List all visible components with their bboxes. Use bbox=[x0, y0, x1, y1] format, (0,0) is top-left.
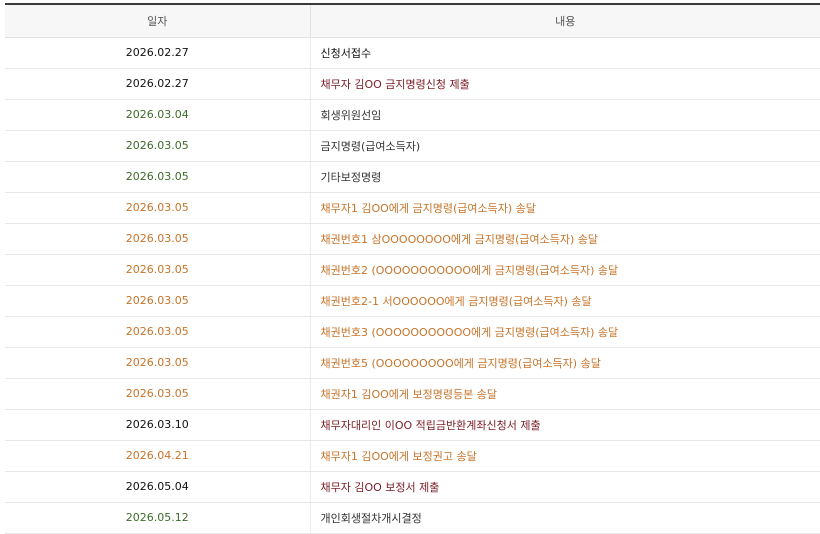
row-date: 2026.05.04 bbox=[5, 471, 311, 503]
case-history-table-container: 일자 내용 2026.02.27 신청서접수 2026.02.27 채무자 김OO 금… bbox=[5, 3, 820, 534]
row-content: 채권번호2-1 서OOOOOO에게 금지명령(급여소득자) 송달 bbox=[310, 285, 820, 317]
row-date: 2026.03.05 bbox=[5, 161, 311, 193]
row-content: 채무자1 김OO에게 금지명령(급여소득자) 송달 bbox=[310, 192, 820, 224]
row-content: 채권자1 김OO에게 보정명령등본 송달 bbox=[310, 378, 820, 410]
table-row: 2026.03.05 채권자1 김OO에게 보정명령등본 송달 bbox=[5, 378, 820, 410]
row-date: 2026.03.05 bbox=[5, 192, 311, 224]
row-date: 2026.03.04 bbox=[5, 99, 311, 131]
row-date: 2026.03.10 bbox=[5, 409, 311, 441]
table-row: 2026.03.04 회생위원선임 bbox=[5, 99, 820, 131]
row-content: 채권번호5 (OOOOOOOOO에게 금지명령(급여소득자) 송달 bbox=[310, 347, 820, 379]
header-date: 일자 bbox=[5, 3, 311, 38]
row-content: 회생위원선임 bbox=[310, 99, 820, 131]
table-row: 2026.03.05 채권번호1 삼OOOOOOOO에게 금지명령(급여소득자) … bbox=[5, 223, 820, 255]
table-row: 2026.04.21 채무자1 김OO에게 보정권고 송달 bbox=[5, 440, 820, 472]
table-row: 2026.02.27 신청서접수 bbox=[5, 37, 820, 69]
row-content: 채무자1 김OO에게 보정권고 송달 bbox=[310, 440, 820, 472]
table-row: 2026.05.04 채무자 김OO 보정서 제출 bbox=[5, 471, 820, 503]
table-row: 2026.03.05 채권번호5 (OOOOOOOOO에게 금지명령(급여소득자)… bbox=[5, 347, 820, 379]
row-date: 2026.04.21 bbox=[5, 440, 311, 472]
table-body: 2026.02.27 신청서접수 2026.02.27 채무자 김OO 금지명령신청 … bbox=[5, 37, 820, 534]
row-date: 2026.03.05 bbox=[5, 378, 311, 410]
row-content: 금지명령(급여소득자) bbox=[310, 130, 820, 162]
table-row: 2026.03.05 채권번호2 (OOOOOOOOOOO에게 금지명령(급여소득… bbox=[5, 254, 820, 286]
table-row: 2026.03.05 기타보정명령 bbox=[5, 161, 820, 193]
row-date: 2026.03.05 bbox=[5, 130, 311, 162]
row-content: 채무자대리인 이OO 적립금반환계좌신청서 제출 bbox=[310, 409, 820, 441]
row-content: 개인회생절차개시결정 bbox=[310, 502, 820, 534]
row-content: 채무자 김OO 보정서 제출 bbox=[310, 471, 820, 503]
table-row: 2026.03.05 금지명령(급여소득자) bbox=[5, 130, 820, 162]
row-content: 기타보정명령 bbox=[310, 161, 820, 193]
row-content: 채권번호2 (OOOOOOOOOOO에게 금지명령(급여소득자) 송달 bbox=[310, 254, 820, 286]
row-content: 채무자 김OO 금지명령신청 제출 bbox=[310, 68, 820, 100]
table-row: 2026.03.10 채무자대리인 이OO 적립금반환계좌신청서 제출 bbox=[5, 409, 820, 441]
row-content: 채권번호3 (OOOOOOOOOOO에게 금지명령(급여소득자) 송달 bbox=[310, 316, 820, 348]
table-row: 2026.02.27 채무자 김OO 금지명령신청 제출 bbox=[5, 68, 820, 100]
row-content: 신청서접수 bbox=[310, 37, 820, 69]
row-date: 2026.03.05 bbox=[5, 316, 311, 348]
row-date: 2026.03.05 bbox=[5, 285, 311, 317]
table-row: 2026.03.05 채권번호3 (OOOOOOOOOOO에게 금지명령(급여소득… bbox=[5, 316, 820, 348]
row-date: 2026.03.05 bbox=[5, 347, 311, 379]
row-date: 2026.03.05 bbox=[5, 223, 311, 255]
case-history-table: 일자 내용 2026.02.27 신청서접수 2026.02.27 채무자 김OO 금… bbox=[5, 3, 820, 534]
table-row: 2026.05.12 개인회생절차개시결정 bbox=[5, 502, 820, 534]
row-date: 2026.02.27 bbox=[5, 37, 311, 69]
header-content: 내용 bbox=[310, 3, 820, 38]
row-date: 2026.05.12 bbox=[5, 502, 311, 534]
row-date: 2026.03.05 bbox=[5, 254, 311, 286]
row-content: 채권번호1 삼OOOOOOOO에게 금지명령(급여소득자) 송달 bbox=[310, 223, 820, 255]
header-row: 일자 내용 bbox=[5, 3, 820, 38]
table-row: 2026.03.05 채무자1 김OO에게 금지명령(급여소득자) 송달 bbox=[5, 192, 820, 224]
row-date: 2026.02.27 bbox=[5, 68, 311, 100]
table-row: 2026.03.05 채권번호2-1 서OOOOOO에게 금지명령(급여소득자) … bbox=[5, 285, 820, 317]
table-header: 일자 내용 bbox=[5, 3, 820, 38]
